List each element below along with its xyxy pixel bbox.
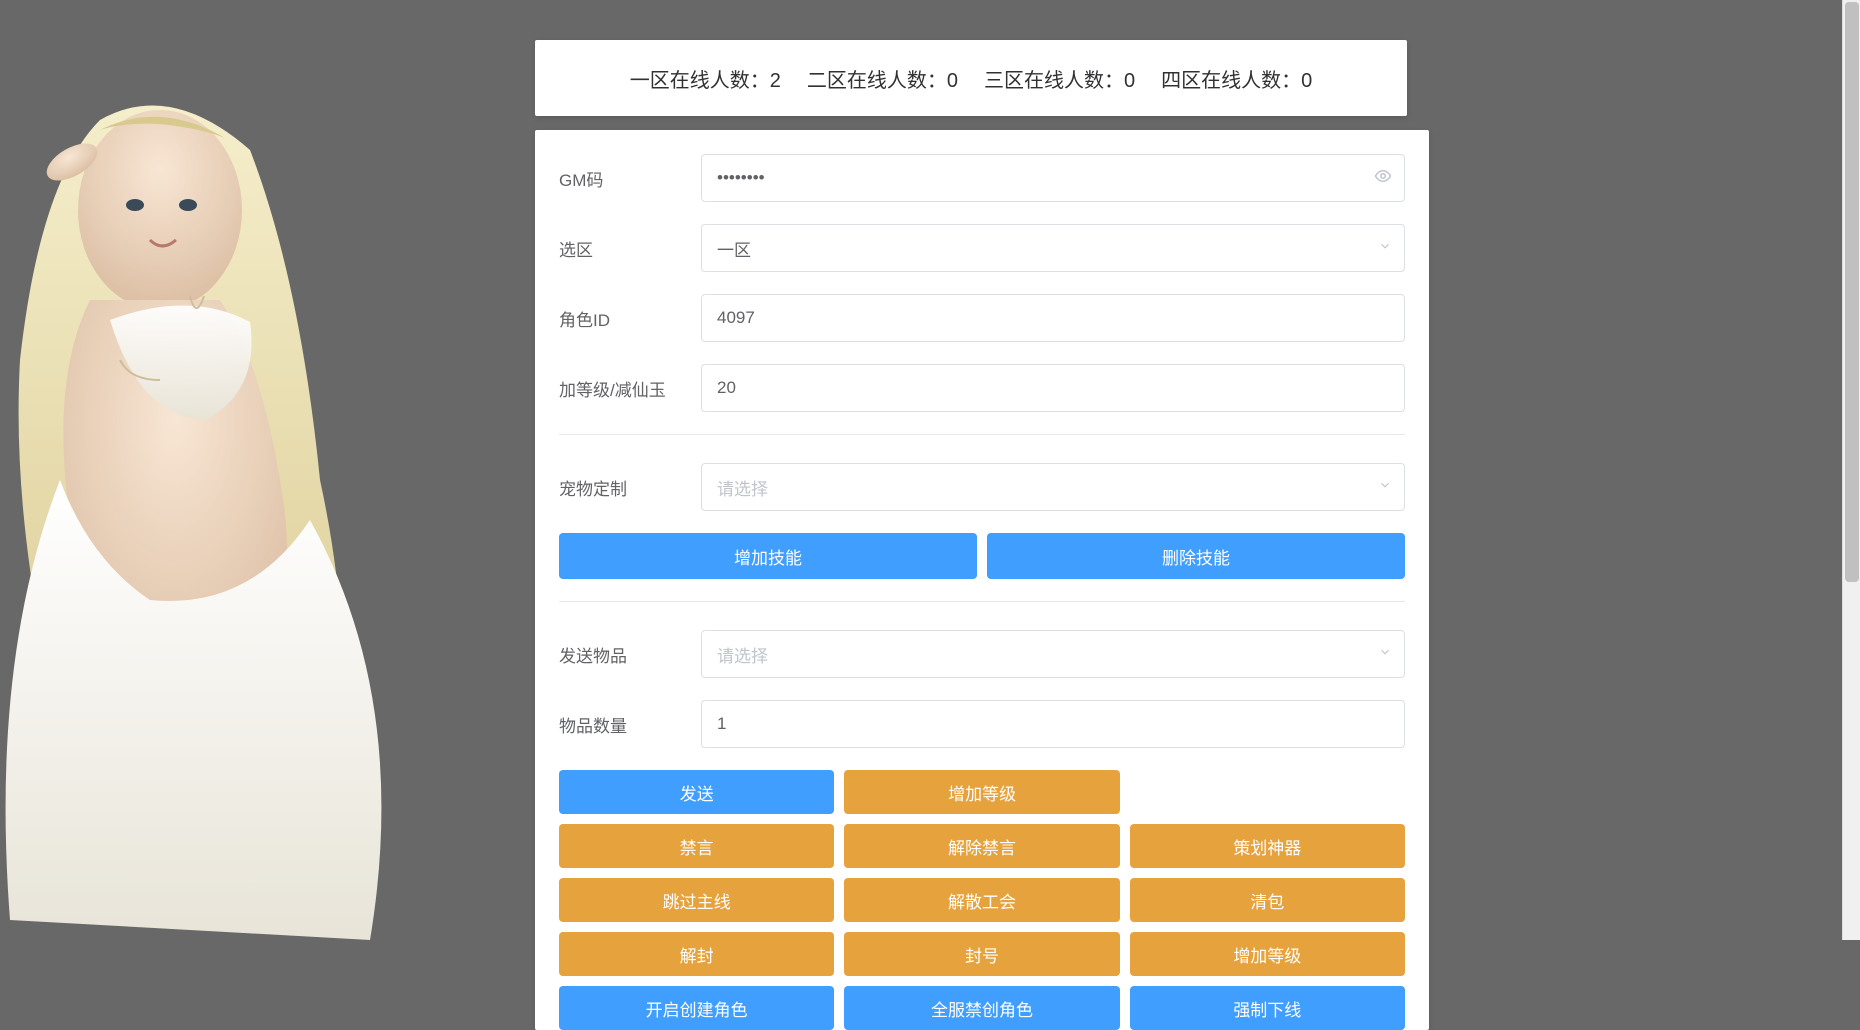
chevron-down-icon xyxy=(1378,644,1392,664)
zone-select[interactable]: 一区 xyxy=(701,224,1405,272)
delete-skill-button[interactable]: 删除技能 xyxy=(987,533,1405,579)
divider xyxy=(559,601,1405,602)
gm-code-field[interactable] xyxy=(717,168,1389,188)
disband-guild-button[interactable]: 解散工会 xyxy=(844,878,1119,922)
zone1-label: 一区在线人数： xyxy=(630,70,770,92)
send-button[interactable]: 发送 xyxy=(559,770,834,814)
zone4-label: 四区在线人数： xyxy=(1161,70,1301,92)
chevron-down-icon xyxy=(1378,477,1392,497)
role-id-field[interactable] xyxy=(717,308,1389,328)
divider xyxy=(559,434,1405,435)
page-scrollbar[interactable] xyxy=(1842,0,1860,940)
zone3-label: 三区在线人数： xyxy=(984,70,1124,92)
zone2-count: 0 xyxy=(947,70,958,92)
role-id-input[interactable] xyxy=(701,294,1405,342)
send-item-placeholder: 请选择 xyxy=(717,642,768,667)
level-input[interactable] xyxy=(701,364,1405,412)
increase-level-button[interactable]: 增加等级 xyxy=(844,770,1119,814)
pet-custom-select[interactable]: 请选择 xyxy=(701,463,1405,511)
clear-bag-button[interactable]: 清包 xyxy=(1130,878,1405,922)
level-field[interactable] xyxy=(717,378,1389,398)
zone2-stat: 二区在线人数：0 xyxy=(807,64,958,93)
disable-create-role-button[interactable]: 全服禁创角色 xyxy=(844,986,1119,1030)
item-quantity-input[interactable] xyxy=(701,700,1405,748)
zone4-count: 0 xyxy=(1301,70,1312,92)
gm-code-input[interactable] xyxy=(701,154,1405,202)
send-item-label: 发送物品 xyxy=(559,642,701,667)
zone4-stat: 四区在线人数：0 xyxy=(1161,64,1312,93)
force-offline-button[interactable]: 强制下线 xyxy=(1130,986,1405,1030)
pet-custom-label: 宠物定制 xyxy=(559,475,701,500)
level-label: 加等级/减仙玉 xyxy=(559,376,701,401)
chevron-down-icon xyxy=(1378,238,1392,258)
skip-main-quest-button[interactable]: 跳过主线 xyxy=(559,878,834,922)
character-illustration xyxy=(0,60,430,940)
planner-artifact-button[interactable]: 策划神器 xyxy=(1130,824,1405,868)
role-id-label: 角色ID xyxy=(559,306,701,331)
increase-level-button-2[interactable]: 增加等级 xyxy=(1130,932,1405,976)
gm-form-card: GM码 选区 一区 角色ID 加等级/减仙玉 宠物定制 xyxy=(535,130,1429,1030)
item-quantity-field[interactable] xyxy=(717,714,1389,734)
zone3-stat: 三区在线人数：0 xyxy=(984,64,1135,93)
pet-placeholder: 请选择 xyxy=(717,475,768,500)
scrollbar-thumb[interactable] xyxy=(1845,2,1859,582)
mute-button[interactable]: 禁言 xyxy=(559,824,834,868)
item-quantity-label: 物品数量 xyxy=(559,712,701,737)
eye-icon[interactable] xyxy=(1374,167,1392,190)
zone1-count: 2 xyxy=(770,70,781,92)
enable-create-role-button[interactable]: 开启创建角色 xyxy=(559,986,834,1030)
online-stats-card: 一区在线人数：2 二区在线人数：0 三区在线人数：0 四区在线人数：0 xyxy=(535,40,1407,116)
unmute-button[interactable]: 解除禁言 xyxy=(844,824,1119,868)
zone3-count: 0 xyxy=(1124,70,1135,92)
send-item-select[interactable]: 请选择 xyxy=(701,630,1405,678)
zone-select-value: 一区 xyxy=(717,236,751,261)
zone2-label: 二区在线人数： xyxy=(807,70,947,92)
gm-code-label: GM码 xyxy=(559,166,701,191)
zone1-stat: 一区在线人数：2 xyxy=(630,64,781,93)
ban-button[interactable]: 封号 xyxy=(844,932,1119,976)
add-skill-button[interactable]: 增加技能 xyxy=(559,533,977,579)
unban-button[interactable]: 解封 xyxy=(559,932,834,976)
zone-select-label: 选区 xyxy=(559,236,701,261)
